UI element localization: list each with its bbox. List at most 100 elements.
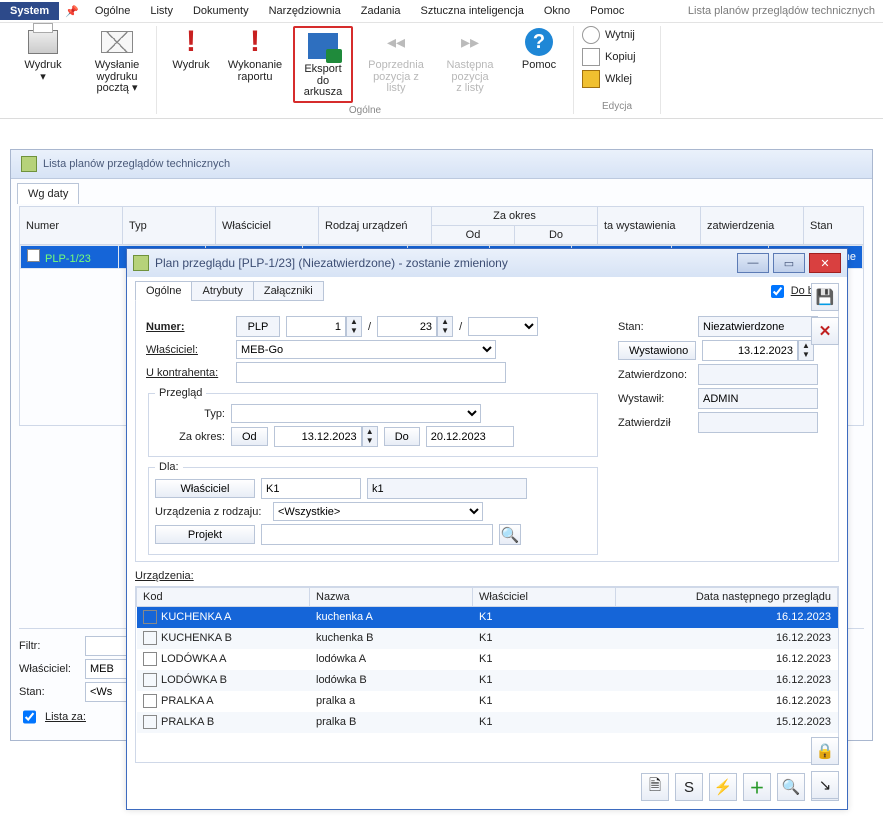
contractor-label: U kontrahenta: <box>146 367 230 379</box>
menu-pomoc[interactable]: Pomoc <box>580 2 634 20</box>
prev-icon: ◂◂ <box>380 26 412 58</box>
col-typ[interactable]: Typ <box>123 207 216 245</box>
col-owner[interactable]: Właściciel <box>216 207 319 245</box>
tab-ogolne[interactable]: Ogólne <box>135 281 192 301</box>
col-period[interactable]: Za okres <box>432 207 598 226</box>
col-own[interactable]: Właściciel <box>473 588 616 607</box>
window-icon <box>21 156 37 172</box>
pin-button[interactable]: ↘ <box>811 771 839 799</box>
table-row[interactable]: PRALKA Bpralka BK115.12.2023 <box>137 712 838 733</box>
next-item-button: ▸▸ Następna pozycjaz listy <box>439 26 501 95</box>
col-approve[interactable]: zatwierdzenia <box>701 207 804 245</box>
contractor-input[interactable] <box>236 362 506 383</box>
list-for-checkbox[interactable] <box>23 708 36 726</box>
project-search-button[interactable]: 🔍 <box>499 524 521 545</box>
project-btn[interactable]: Projekt <box>155 525 255 544</box>
num1-spinner[interactable]: ▲▼ <box>286 316 362 337</box>
lock-button[interactable]: 🔒 <box>811 737 839 765</box>
col-do[interactable]: Do <box>515 226 598 245</box>
menu-ai[interactable]: Sztuczna inteligencja <box>411 2 534 20</box>
od-date-input[interactable]: ▲▼ <box>274 426 378 447</box>
type-select[interactable] <box>231 404 481 423</box>
owner-btn[interactable]: Właściciel <box>155 479 255 498</box>
copy-button[interactable]: Kopiuj <box>582 48 652 66</box>
tab-atrybuty[interactable]: Atrybuty <box>191 281 253 301</box>
print2-button[interactable]: ! Wydruk <box>165 26 217 72</box>
approved-by-label: Zatwierdził <box>618 417 692 429</box>
col-next[interactable]: Data następnego przeglądu <box>616 588 838 607</box>
paste-button[interactable]: Wklej <box>582 70 652 88</box>
col-state[interactable]: Stan <box>804 207 864 245</box>
help-button[interactable]: ? Pomoc <box>513 26 565 72</box>
menu-dokumenty[interactable]: Dokumenty <box>183 2 259 20</box>
group-caption-general: Ogólne <box>349 103 381 118</box>
review-fieldset: Przegląd Typ: Za okres: Od ▲▼ Do <box>148 387 598 457</box>
export-button[interactable]: Eksport doarkusza <box>293 26 353 103</box>
help-icon: ? <box>525 28 553 56</box>
menu-listy[interactable]: Listy <box>140 2 183 20</box>
col-nazwa[interactable]: Nazwa <box>310 588 473 607</box>
cut-button[interactable]: Wytnij <box>582 26 652 44</box>
do-bufora-checkbox[interactable] <box>771 285 784 298</box>
docs-button[interactable]: 🗎 <box>641 773 669 801</box>
state-label: Stan: <box>618 321 692 333</box>
tab-zalaczniki[interactable]: Załączniki <box>253 281 324 301</box>
od-button[interactable]: Od <box>231 427 268 446</box>
group-caption-edit: Edycja <box>602 99 632 114</box>
bang-icon: ! <box>250 28 260 56</box>
menu-ogolne[interactable]: Ogólne <box>85 2 140 20</box>
action-button[interactable]: ⚡ <box>709 773 737 801</box>
device-kind-select[interactable]: <Wszystkie> <box>273 502 483 521</box>
owner-filter-label: Właściciel: <box>19 663 79 675</box>
prev-item-button: ◂◂ Poprzedniapozycja z listy <box>365 26 427 95</box>
list-window-title: Lista planów przeglądów technicznych <box>11 150 872 179</box>
col-issue[interactable]: ta wystawienia <box>598 207 701 245</box>
col-numer[interactable]: Numer <box>20 207 123 245</box>
issued-date-input[interactable]: ▲▼ <box>702 340 814 361</box>
tab-by-date[interactable]: Wg daty <box>17 183 79 204</box>
period-label: Za okres: <box>155 431 225 443</box>
report-button[interactable]: ! Wykonanieraportu <box>229 26 281 83</box>
owner-select[interactable]: MEB-Go <box>236 340 496 359</box>
list-for-label: Lista za: <box>45 711 86 723</box>
do-button[interactable]: Do <box>384 427 420 446</box>
menu-pin-icon[interactable]: 📌 <box>65 5 79 18</box>
maximize-button[interactable]: ▭ <box>773 253 805 273</box>
minimize-button[interactable]: — <box>737 253 769 273</box>
table-row[interactable]: PRALKA Apralka aK116.12.2023 <box>137 691 838 712</box>
menu-okno[interactable]: Okno <box>534 2 580 20</box>
owner-name-input <box>367 478 527 499</box>
plp-prefix <box>236 316 280 337</box>
table-row[interactable]: KUCHENKA Bkuchenka BK116.12.2023 <box>137 628 838 649</box>
menu-system[interactable]: System <box>0 2 59 20</box>
col-kind[interactable]: Rodzaj urządzeń <box>319 207 432 245</box>
table-row[interactable]: LODÓWKA Alodówka AK116.12.2023 <box>137 649 838 670</box>
num2-spinner[interactable]: ▲▼ <box>377 316 453 337</box>
filter-label: Filtr: <box>19 640 79 652</box>
project-input[interactable] <box>261 524 493 545</box>
save-button[interactable]: 💾 <box>811 283 839 311</box>
col-od[interactable]: Od <box>432 226 515 245</box>
dialog-title[interactable]: Plan przeglądu [PLP-1/23] (Niezatwierdzo… <box>127 249 847 277</box>
state-filter-label: Stan: <box>19 686 79 698</box>
menu-zadania[interactable]: Zadania <box>351 2 411 20</box>
table-row[interactable]: KUCHENKA Akuchenka AK116.12.2023 <box>137 607 838 628</box>
menu-narzedziownia[interactable]: Narzędziownia <box>259 2 351 20</box>
print-button[interactable]: Wydruk▾ <box>12 26 74 83</box>
send-mail-button[interactable]: Wysłaniewydruku pocztą ▾ <box>86 26 148 95</box>
issued-button[interactable]: Wystawiono <box>618 341 696 360</box>
owner-code-input[interactable] <box>261 478 361 499</box>
do-date-input[interactable] <box>426 426 514 447</box>
col-kod[interactable]: Kod <box>137 588 310 607</box>
export-icon <box>308 33 338 59</box>
devices-grid[interactable]: Kod Nazwa Właściciel Data następnego prz… <box>135 586 839 763</box>
issued-by-label: Wystawił: <box>618 393 692 405</box>
bang-icon: ! <box>186 28 196 56</box>
cancel-button[interactable]: ✕ <box>811 317 839 345</box>
s-button[interactable]: S <box>675 773 703 801</box>
add-button[interactable]: ＋ <box>743 773 771 801</box>
table-row[interactable]: LODÓWKA Blodówka BK116.12.2023 <box>137 670 838 691</box>
close-button[interactable]: ✕ <box>809 253 841 273</box>
num-suffix-select[interactable] <box>468 317 538 336</box>
search-button[interactable]: 🔍 <box>777 773 805 801</box>
